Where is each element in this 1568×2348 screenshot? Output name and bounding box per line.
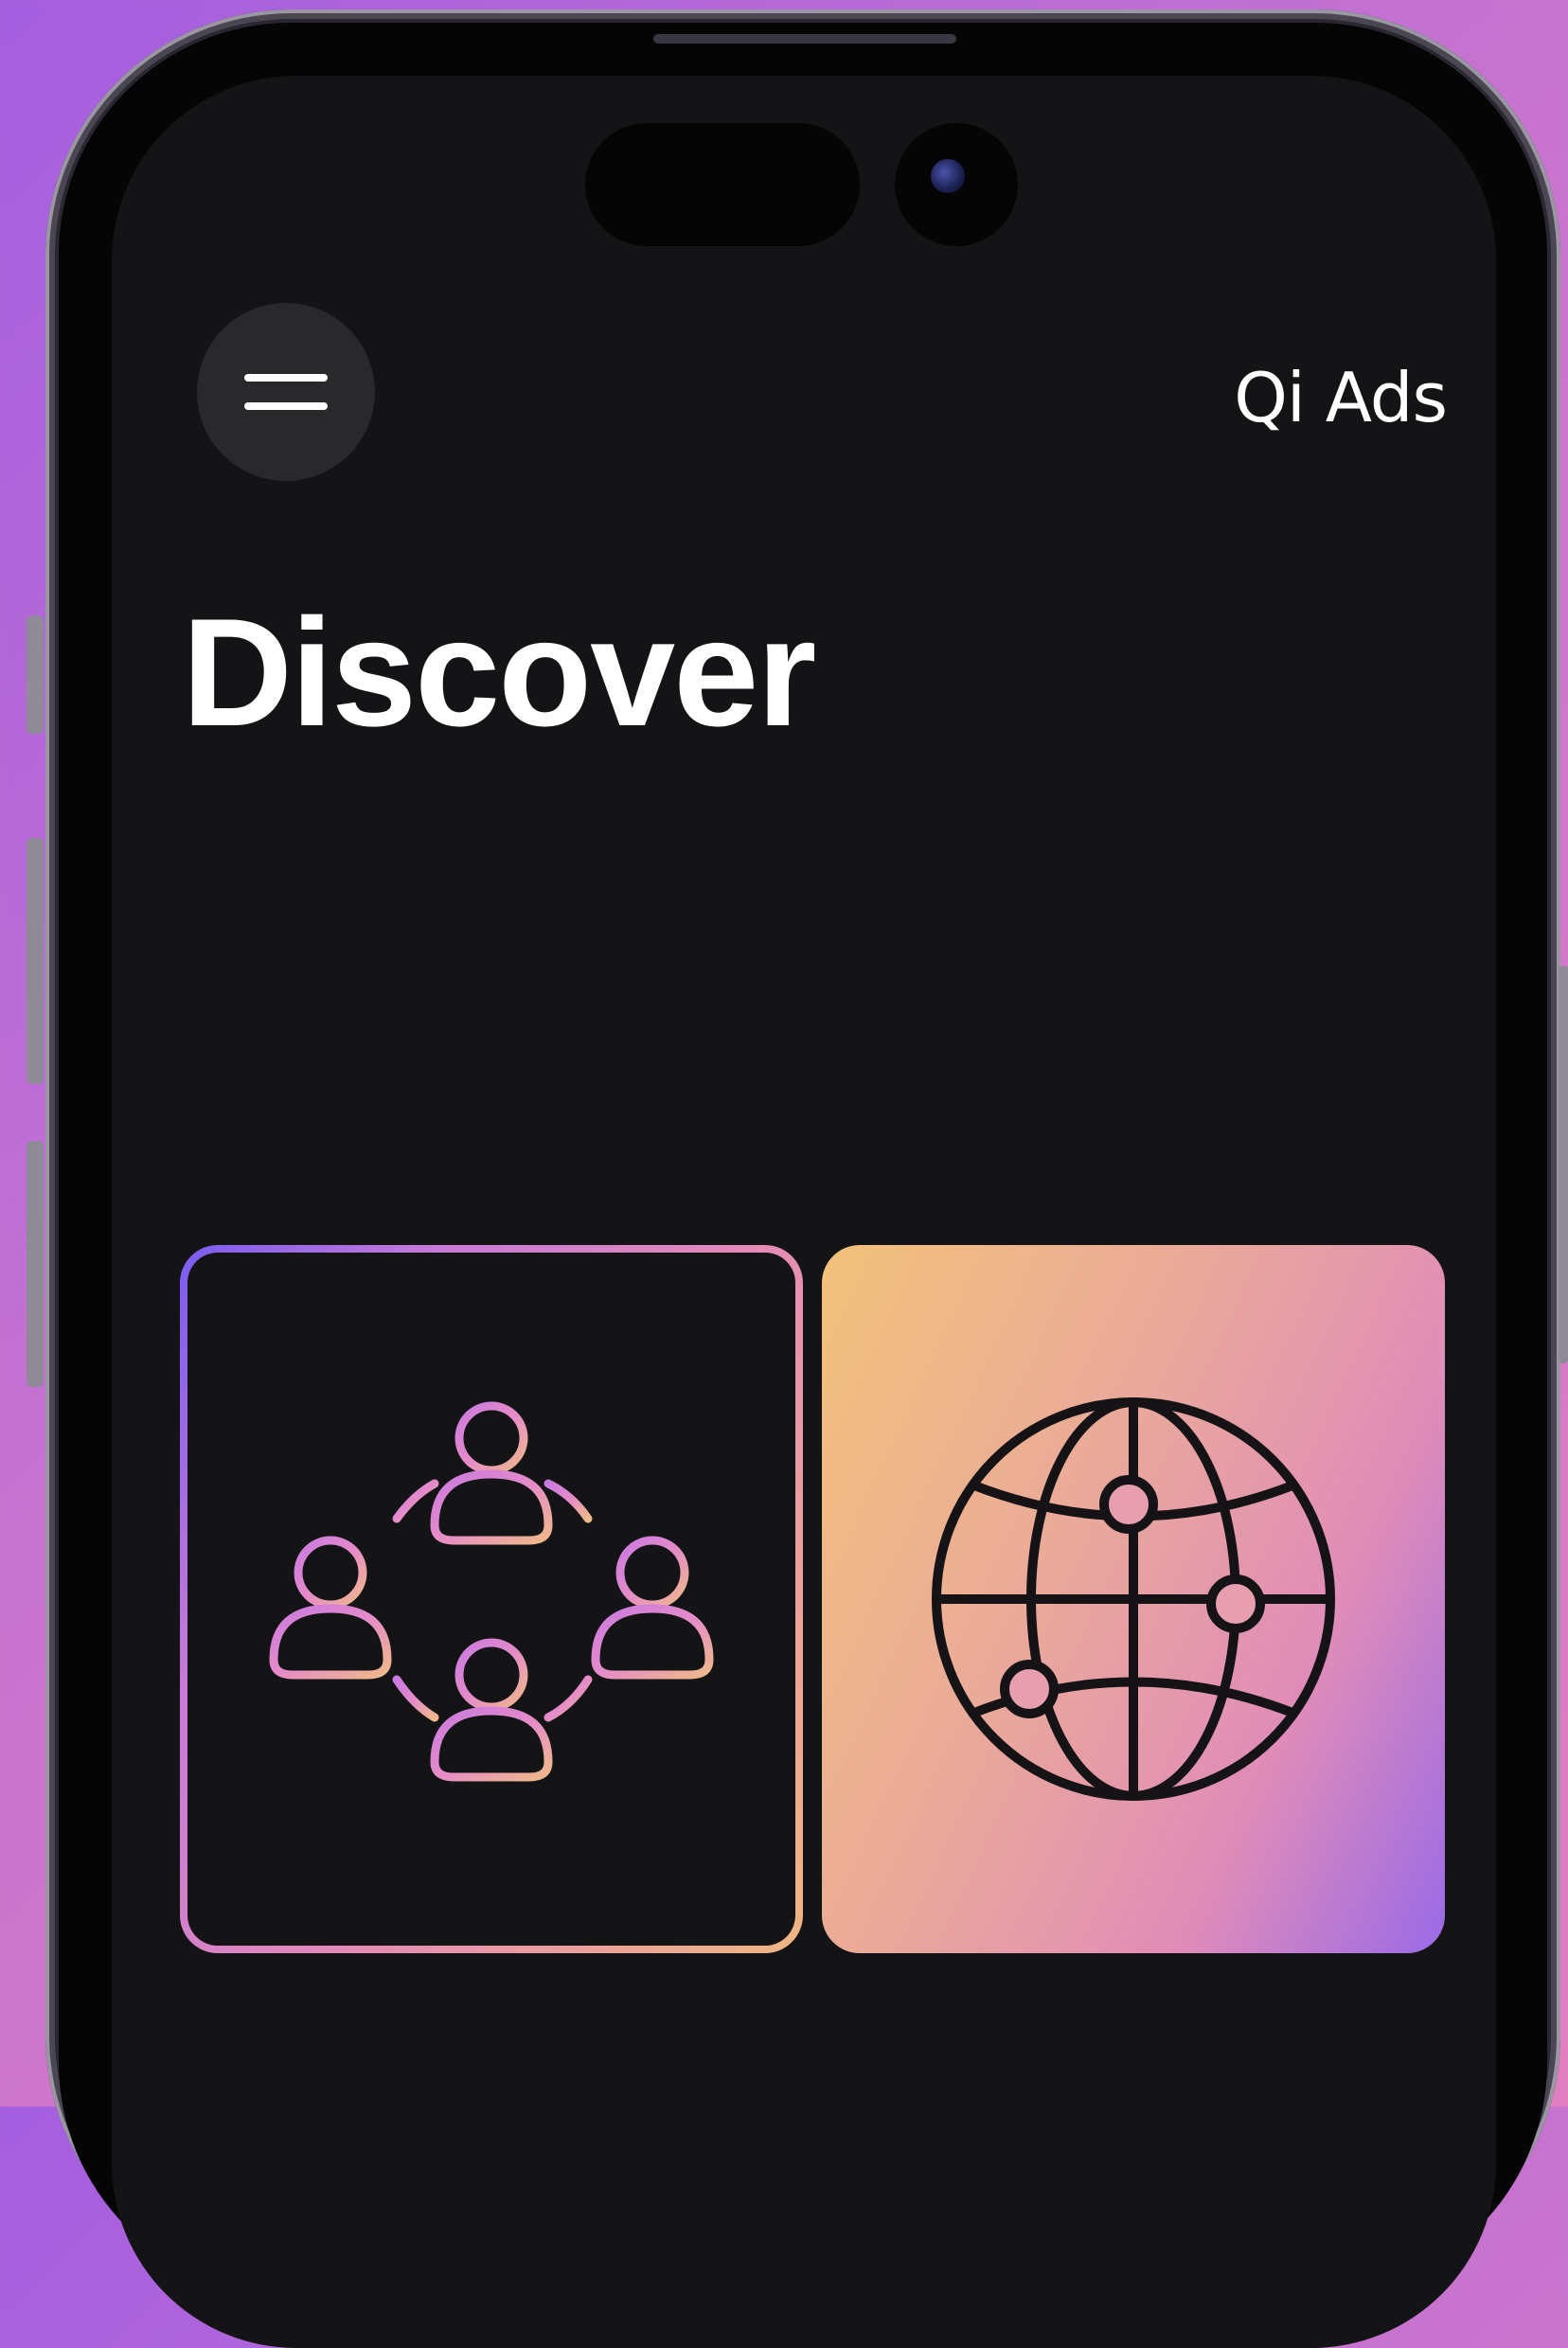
- speaker-grille: [653, 34, 956, 44]
- hamburger-line: [244, 402, 328, 410]
- hamburger-icon: [244, 374, 328, 410]
- globe-network-icon: [916, 1381, 1351, 1817]
- volume-up-button: [27, 838, 44, 1084]
- action-button: [27, 615, 44, 734]
- page-title: Discover: [182, 587, 816, 758]
- dynamic-island: [585, 123, 860, 246]
- volume-down-button: [27, 1141, 44, 1387]
- community-card[interactable]: [180, 1245, 803, 1953]
- community-network-icon: [245, 1353, 738, 1845]
- camera-lens: [931, 159, 965, 193]
- hamburger-line: [244, 374, 328, 382]
- global-card[interactable]: [822, 1245, 1445, 1953]
- menu-button[interactable]: [197, 303, 375, 481]
- community-card-body: [187, 1253, 795, 1946]
- front-camera: [895, 123, 1018, 246]
- power-button: [1559, 966, 1568, 1363]
- brand-name: Qi Ads: [1234, 358, 1448, 437]
